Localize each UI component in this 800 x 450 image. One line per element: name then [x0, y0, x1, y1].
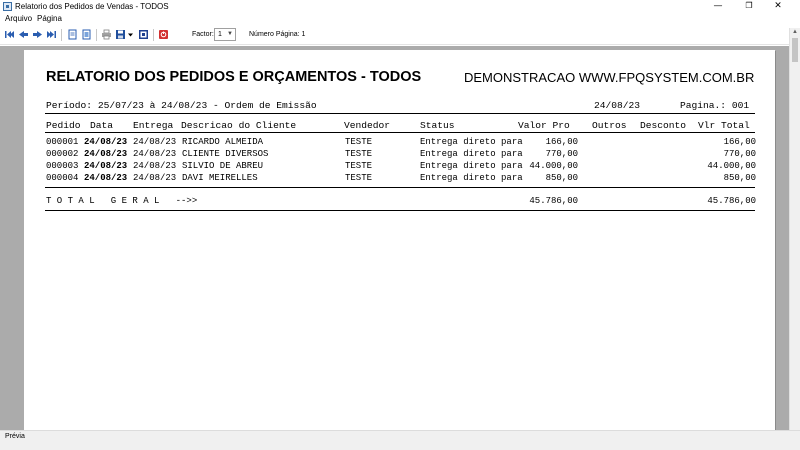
previous-page-icon[interactable] [18, 29, 29, 40]
columns-divider [45, 132, 755, 133]
row-valor: 44.000,00 [529, 161, 578, 171]
col-entrega: Entrega [133, 120, 174, 131]
toolbar-separator [96, 29, 97, 41]
col-outros: Outros [592, 120, 627, 131]
row-valor: 850,00 [545, 173, 578, 183]
title-bar: Relatorio dos Pedidos de Vendas - TODOS … [0, 0, 800, 13]
row-entrega: 24/08/23 [133, 173, 177, 183]
row-vendedor: TESTE [345, 161, 373, 171]
row-entrega: 24/08/23 [133, 149, 177, 159]
row-pedido: 000004 [46, 173, 79, 183]
menu-pagina[interactable]: Página [37, 14, 62, 24]
toolbar-separator [153, 29, 154, 41]
row-data: 24/08/23 [84, 173, 128, 183]
toolbar: Factor: 1 ▼ Número Página: 1 [0, 25, 800, 45]
row-entrega: 24/08/23 [133, 137, 177, 147]
row-valor: 166,00 [545, 137, 578, 147]
total-geral: 45.786,00 [707, 196, 756, 206]
header-divider [45, 113, 755, 114]
row-cliente: RICARDO ALMEIDA [182, 137, 264, 147]
row-valor: 770,00 [545, 149, 578, 159]
row-data: 24/08/23 [84, 161, 128, 171]
row-total: 166,00 [723, 137, 756, 147]
report-date: 24/08/23 [594, 100, 641, 111]
first-page-icon[interactable] [4, 29, 15, 40]
row-total: 44.000,00 [707, 161, 756, 171]
report-period: Período: 25/07/23 à 24/08/23 - Ordem de … [46, 100, 317, 111]
export-icon[interactable] [138, 29, 149, 40]
row-status: Entrega direto para [420, 137, 523, 147]
col-data: Data [90, 120, 114, 131]
factor-select[interactable]: 1 ▼ [214, 28, 236, 41]
next-page-icon[interactable] [32, 29, 43, 40]
minimize-button[interactable]: — [706, 0, 730, 13]
window-title: Relatorio dos Pedidos de Vendas - TODOS [15, 2, 169, 11]
single-page-icon[interactable] [67, 29, 78, 40]
close-button[interactable]: ✕ [766, 0, 790, 13]
rows-divider [45, 187, 755, 188]
total-valor: 45.786,00 [529, 196, 578, 206]
row-total: 770,00 [723, 149, 756, 159]
row-data: 24/08/23 [84, 137, 128, 147]
report-page: RELATORIO DOS PEDIDOS E ORÇAMENTOS - TOD… [24, 50, 775, 430]
col-descricao: Descricao do Cliente [181, 120, 297, 131]
row-cliente: CLIENTE DIVERSOS [182, 149, 269, 159]
col-desconto: Desconto [640, 120, 687, 131]
col-pedido: Pedido [46, 120, 81, 131]
col-status: Status [420, 120, 455, 131]
row-status: Entrega direto para [420, 161, 523, 171]
row-cliente: DAVI MEIRELLES [182, 173, 258, 183]
app-icon [3, 2, 12, 11]
col-vlr-total: Vlr Total [698, 120, 750, 131]
close-preview-icon[interactable] [158, 29, 169, 40]
scrollbar-thumb[interactable] [792, 38, 798, 62]
row-vendedor: TESTE [345, 149, 373, 159]
row-vendedor: TESTE [345, 173, 373, 183]
maximize-button[interactable]: ❐ [737, 0, 761, 13]
row-status: Entrega direto para [420, 149, 523, 159]
col-vendedor: Vendedor [344, 120, 391, 131]
scroll-up-icon[interactable]: ▲ [792, 29, 798, 35]
page-number-label: Número Página: 1 [249, 31, 306, 38]
menu-arquivo[interactable]: Arquivo [5, 14, 32, 24]
preview-viewport[interactable]: RELATORIO DOS PEDIDOS E ORÇAMENTOS - TOD… [0, 46, 789, 430]
row-cliente: SILVIO DE ABREU [182, 161, 264, 171]
page-width-icon[interactable] [81, 29, 92, 40]
total-divider [45, 210, 755, 211]
row-pedido: 000002 [46, 149, 79, 159]
row-vendedor: TESTE [345, 137, 373, 147]
report-title: RELATORIO DOS PEDIDOS E ORÇAMENTOS - TOD… [46, 69, 422, 85]
toolbar-separator [61, 29, 62, 41]
last-page-icon[interactable] [46, 29, 57, 40]
factor-label: Factor: [192, 31, 214, 38]
row-data: 24/08/23 [84, 149, 128, 159]
row-total: 850,00 [723, 173, 756, 183]
row-status: Entrega direto para [420, 173, 523, 183]
status-bar: Prévia [0, 430, 800, 450]
save-icon[interactable] [115, 29, 126, 40]
save-dropdown-arrow-icon[interactable] [127, 29, 134, 40]
menu-bar: Arquivo Página [0, 13, 800, 25]
chevron-down-icon: ▼ [227, 31, 233, 37]
report-page-number: Pagina.: 001 [680, 100, 750, 111]
report-demo-banner: DEMONSTRACAO WWW.FPQSYSTEM.COM.BR [464, 70, 755, 85]
row-pedido: 000001 [46, 137, 79, 147]
row-pedido: 000003 [46, 161, 79, 171]
print-icon[interactable] [101, 29, 112, 40]
factor-value: 1 [218, 31, 222, 38]
row-entrega: 24/08/23 [133, 161, 177, 171]
vertical-scrollbar[interactable]: ▲ [789, 28, 800, 430]
total-label: T O T A L G E R A L -->> [46, 196, 198, 206]
status-text: Prévia [5, 433, 25, 440]
col-valor-pro: Valor Pro [518, 120, 570, 131]
